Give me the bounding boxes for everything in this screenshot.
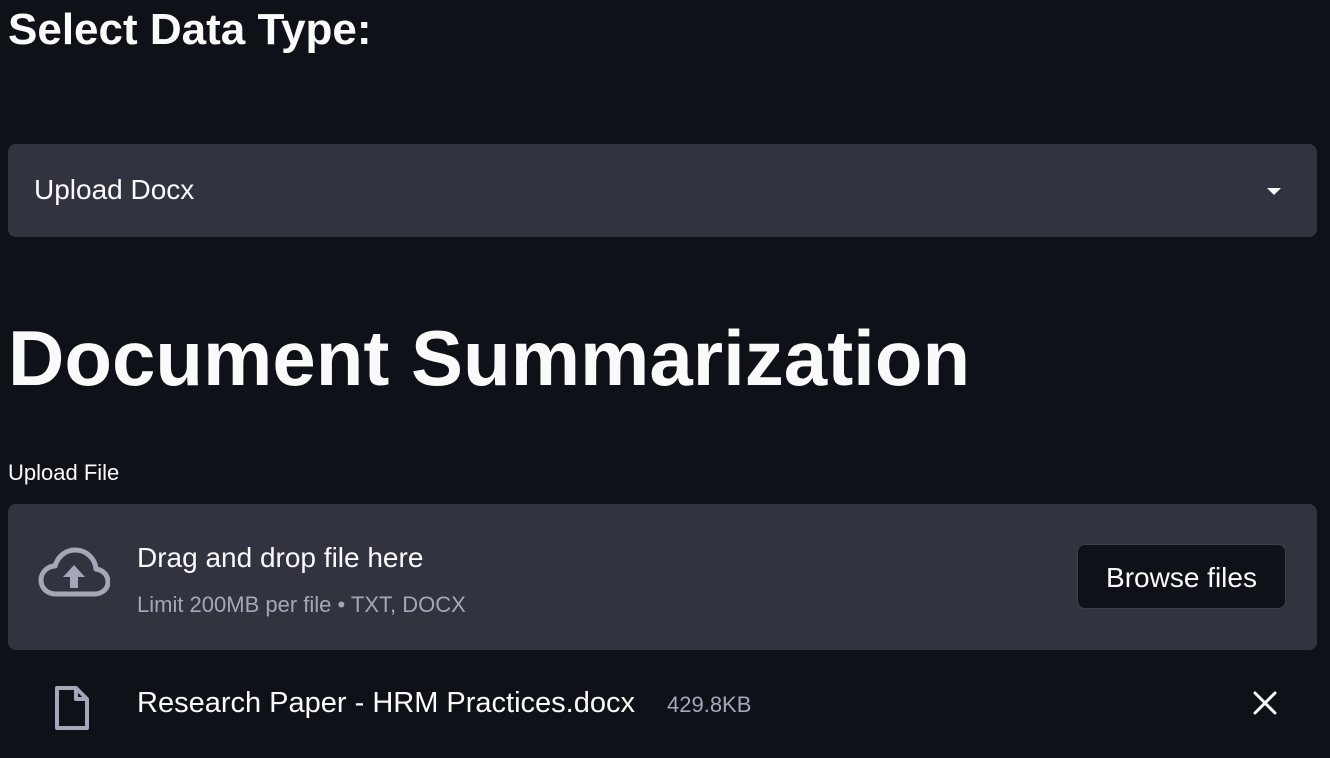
upload-file-label: Upload File [8,460,120,485]
file-icon [55,686,89,730]
data-type-select[interactable]: Upload Docx [8,144,1317,237]
data-type-heading: Select Data Type: [8,5,372,54]
page-title: Document Summarization [8,314,971,402]
close-icon[interactable] [1250,688,1280,718]
uploaded-file-name: Research Paper - HRM Practices.docx [137,687,635,719]
file-dropzone[interactable]: Drag and drop file here Limit 200MB per … [8,504,1317,650]
caret-down-icon [1267,188,1281,195]
app-page: Select Data Type: Upload Docx Document S… [0,0,1330,758]
data-type-selected-value: Upload Docx [34,174,195,205]
dropzone-limit-text: Limit 200MB per file • TXT, DOCX [137,592,466,617]
uploaded-file-item: Research Paper - HRM Practices.docx 429.… [8,668,1317,740]
dropzone-instruction: Drag and drop file here [137,542,424,573]
uploaded-file-size: 429.8KB [667,692,752,717]
cloud-upload-icon [38,547,110,597]
browse-files-button[interactable]: Browse files [1077,544,1286,609]
